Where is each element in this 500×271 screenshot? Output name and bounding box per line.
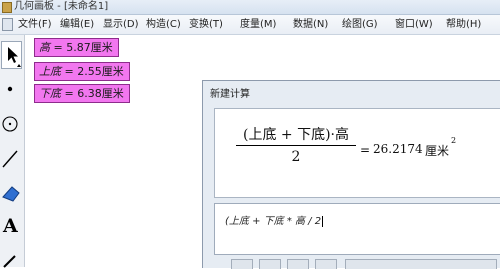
menu-data[interactable]: 数据(N) bbox=[293, 15, 328, 34]
measurement-name: 高 bbox=[39, 41, 50, 54]
menu-display[interactable]: 显示(D) bbox=[103, 15, 139, 34]
keypad-button[interactable] bbox=[231, 259, 253, 269]
measurement-top-base[interactable]: 上底 = 2.55厘米 bbox=[34, 62, 130, 81]
straightedge-tool-icon[interactable] bbox=[1, 145, 22, 173]
measurement-height[interactable]: 高 = 5.87厘米 bbox=[34, 38, 119, 57]
menu-file[interactable]: 文件(F) bbox=[18, 15, 52, 34]
keypad-button[interactable] bbox=[345, 259, 497, 269]
text-caret bbox=[322, 215, 324, 227]
formula-result: 26.2174 bbox=[373, 142, 423, 156]
formula-denominator: 2 bbox=[291, 149, 301, 165]
formula-preview: (上底 + 下底)·高 2 = 26.2174 厘米 2 bbox=[214, 108, 500, 198]
menu-construct[interactable]: 构造(C) bbox=[146, 15, 181, 34]
compass-tool-icon[interactable] bbox=[1, 110, 22, 138]
measurement-name: 上底 bbox=[39, 65, 61, 78]
measurement-name: 下底 bbox=[39, 87, 61, 100]
app-icon bbox=[2, 2, 12, 13]
menu-help[interactable]: 帮助(H) bbox=[446, 15, 481, 34]
menu-measure[interactable]: 度量(M) bbox=[240, 15, 276, 34]
document-icon[interactable] bbox=[2, 18, 13, 31]
menu-graph[interactable]: 绘图(G) bbox=[342, 15, 378, 34]
window-title: 几何画板 - [未命名1] bbox=[14, 1, 109, 12]
polygon-tool-icon[interactable] bbox=[1, 179, 22, 207]
measurement-value: 6.38厘米 bbox=[77, 87, 124, 100]
menu-transform[interactable]: 变换(T) bbox=[189, 15, 223, 34]
keypad-button[interactable] bbox=[259, 259, 281, 269]
title-bar: 几何画板 - [未命名1] bbox=[0, 0, 500, 15]
text-tool-label: A bbox=[3, 215, 18, 237]
keypad-button[interactable] bbox=[287, 259, 309, 269]
measurement-value: 2.55厘米 bbox=[77, 65, 124, 78]
dialog-title: 新建计算 bbox=[210, 89, 250, 100]
toolbox: A bbox=[0, 35, 25, 268]
measurement-value: 5.87厘米 bbox=[66, 41, 113, 54]
arrow-select-icon[interactable] bbox=[1, 41, 22, 69]
measurement-bottom-base[interactable]: 下底 = 6.38厘米 bbox=[34, 84, 130, 103]
keypad-button[interactable] bbox=[315, 259, 337, 269]
menu-bar: 文件(F) 编辑(E) 显示(D) 构造(C) 变换(T) 度量(M) 数据(N… bbox=[0, 15, 500, 35]
point-tool-icon[interactable] bbox=[1, 75, 22, 103]
formula-unit: 厘米 bbox=[425, 144, 450, 158]
formula-equals: = bbox=[360, 143, 371, 157]
expression-text: (上底 + 下底 * 高 / 2 bbox=[225, 216, 322, 227]
menu-window[interactable]: 窗口(W) bbox=[395, 15, 433, 34]
formula-unit-power: 2 bbox=[451, 136, 457, 145]
formula-fraction: (上底 + 下底)·高 2 bbox=[234, 125, 358, 168]
expression-input[interactable]: (上底 + 下底 * 高 / 2 bbox=[214, 203, 500, 255]
new-calculation-dialog: 新建计算 (上底 + 下底)·高 2 = 26.2174 厘米 2 (上底 + … bbox=[202, 80, 500, 269]
menu-edit[interactable]: 编辑(E) bbox=[60, 15, 94, 34]
formula-numerator: (上底 + 下底)·高 bbox=[242, 127, 349, 143]
text-tool-icon[interactable]: A bbox=[1, 213, 22, 241]
